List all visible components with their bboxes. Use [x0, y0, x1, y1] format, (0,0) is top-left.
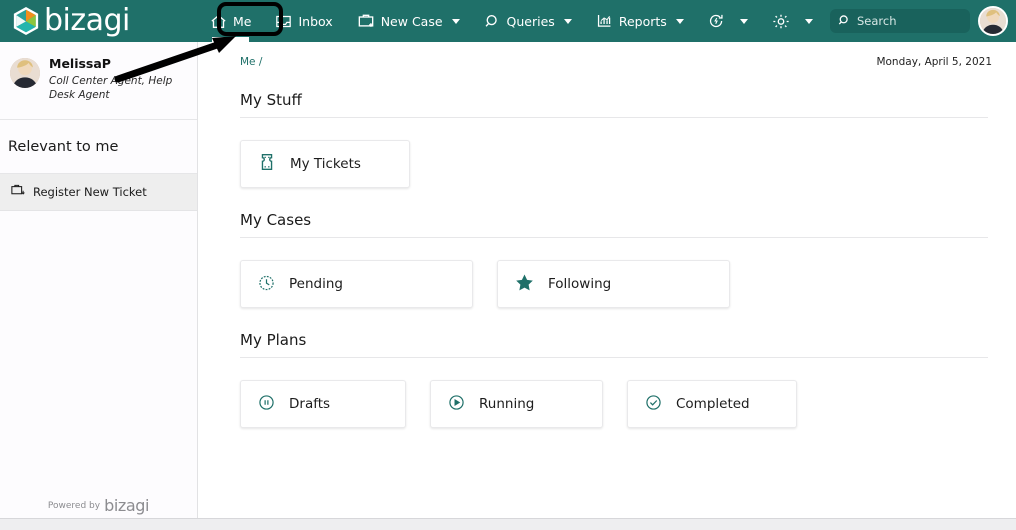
card-running-label: Running: [479, 396, 535, 412]
briefcase-plus-icon: [357, 13, 375, 29]
section-my-plans: My Plans Drafts Running Completed: [199, 308, 1016, 428]
section-my-stuff-title: My Stuff: [240, 91, 302, 109]
card-my-tickets[interactable]: My Tickets: [240, 140, 410, 188]
card-drafts-label: Drafts: [289, 396, 331, 412]
nav-item-inbox[interactable]: Inbox: [263, 0, 344, 42]
card-running[interactable]: Running: [430, 380, 603, 428]
gear-icon: [772, 13, 790, 30]
nav-item-inbox-label: Inbox: [298, 13, 333, 29]
sidebar-item-register-new-ticket-label: Register New Ticket: [33, 184, 147, 199]
nav-item-me-label: Me: [233, 13, 252, 29]
sidebar-user-card[interactable]: MelissaP Coll Center Agent, Help Desk Ag…: [0, 42, 197, 120]
powered-by-brand: bizagi: [104, 496, 150, 515]
section-my-cases-cards: Pending Following: [240, 238, 988, 308]
section-my-stuff-cards: My Tickets: [240, 118, 988, 188]
clock-icon: [257, 273, 276, 296]
search-input[interactable]: Search: [857, 14, 897, 28]
chevron-down-icon: [804, 18, 813, 24]
search-box[interactable]: Search: [830, 9, 970, 33]
section-my-cases-title: My Cases: [240, 211, 312, 229]
nav-item-settings[interactable]: [760, 0, 825, 42]
search-icon: [838, 12, 851, 31]
card-my-tickets-label: My Tickets: [290, 156, 361, 172]
sidebar-user-roles: Coll Center Agent, Help Desk Agent: [49, 75, 173, 102]
nav-item-new-case[interactable]: New Case: [345, 0, 472, 42]
nav-item-queries[interactable]: Queries: [472, 0, 584, 42]
section-my-plans-title: My Plans: [240, 331, 307, 349]
nav-item-queries-label: Queries: [506, 13, 555, 29]
pause-circle-icon: [257, 393, 276, 416]
star-icon: [514, 272, 535, 297]
sidebar-footer-powered-by: Powered by bizagi: [0, 498, 197, 514]
nav-right-group: Search: [830, 0, 1008, 42]
check-circle-icon: [644, 393, 663, 416]
home-icon: [210, 14, 227, 29]
card-drafts[interactable]: Drafts: [240, 380, 406, 428]
briefcase-down-icon: [10, 183, 25, 200]
brand-name: bizagi: [44, 3, 130, 38]
section-my-stuff: My Stuff My Tickets: [199, 68, 1016, 188]
card-pending-label: Pending: [289, 276, 343, 292]
nav-item-reports-label: Reports: [618, 13, 667, 29]
bizagi-hexagon-logo-icon: [12, 6, 40, 36]
main-content: Me / Monday, April 5, 2021 My Stuff My T…: [199, 42, 1016, 530]
user-avatar[interactable]: [978, 6, 1008, 36]
card-pending[interactable]: Pending: [240, 260, 473, 308]
nav-item-reports[interactable]: Reports: [584, 0, 696, 42]
sidebar-user-name: MelissaP: [49, 56, 111, 71]
nav-item-me[interactable]: Me: [198, 0, 263, 42]
ticket-icon: [257, 152, 277, 176]
top-navigation-bar: bizagi Me Inbox New Case Queries Reports…: [0, 0, 1016, 42]
section-my-plans-cards: Drafts Running Completed: [240, 358, 988, 428]
section-my-cases: My Cases Pending Following: [199, 188, 1016, 308]
sync-bolt-icon: [708, 13, 725, 29]
sidebar-user-text: MelissaP Coll Center Agent, Help Desk Ag…: [49, 56, 174, 102]
breadcrumb-row: Me / Monday, April 5, 2021: [199, 42, 1016, 68]
sidebar-item-register-new-ticket[interactable]: Register New Ticket: [0, 173, 197, 211]
inbox-icon: [275, 14, 292, 29]
bar-chart-icon: [596, 13, 613, 29]
search-icon: [484, 13, 501, 29]
nav-item-new-case-label: New Case: [380, 13, 443, 29]
card-following-label: Following: [548, 276, 612, 292]
play-circle-icon: [447, 393, 466, 416]
sidebar-section-title: Relevant to me: [0, 120, 197, 174]
brand-logo[interactable]: bizagi: [0, 6, 198, 36]
card-completed[interactable]: Completed: [627, 380, 797, 428]
sidebar: MelissaP Coll Center Agent, Help Desk Ag…: [0, 42, 198, 530]
bottom-status-bar: [0, 518, 1016, 530]
avatar: [10, 58, 40, 88]
breadcrumb[interactable]: Me /: [240, 56, 262, 68]
chevron-down-icon: [563, 18, 572, 24]
card-completed-label: Completed: [676, 396, 750, 412]
nav-item-sync[interactable]: [696, 0, 760, 42]
chevron-down-icon: [451, 18, 460, 24]
chevron-down-icon: [739, 18, 748, 24]
powered-by-label: Powered by: [47, 501, 101, 511]
app-root: bizagi Me Inbox New Case Queries Reports…: [0, 0, 1016, 530]
current-date: Monday, April 5, 2021: [876, 56, 992, 68]
card-following[interactable]: Following: [497, 260, 730, 308]
nav-items: Me Inbox New Case Queries Reports: [198, 0, 825, 42]
chevron-down-icon: [675, 18, 684, 24]
